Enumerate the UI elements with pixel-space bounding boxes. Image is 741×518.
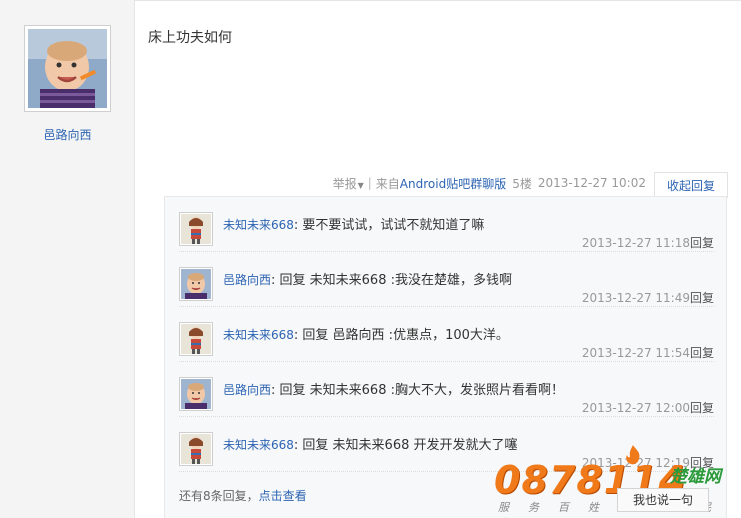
reply-content: : 回复 未知未来668 :我没在楚雄，多钱啊 <box>271 273 512 288</box>
author-name[interactable]: 邑路向西 <box>0 126 135 143</box>
post-content: 床上功夫如何 <box>148 30 232 46</box>
reply-item: 未知未来668: 要不要试试，试试不就知道了嘛 2013-12-27 11:18回… <box>179 197 714 252</box>
reply-button[interactable]: 回复 <box>690 291 714 305</box>
reply-item: 邑路向西: 回复 未知未来668 :我没在楚雄，多钱啊 2013-12-27 11… <box>179 252 714 307</box>
reply-time: 2013-12-27 12:19 <box>581 456 690 470</box>
reply-time: 2013-12-27 11:49 <box>581 291 690 305</box>
reply-meta: 2013-12-27 11:54回复 <box>582 344 714 361</box>
reply-item: 未知未来668: 回复 未知未来668 开发开发就大了噻 2013-12-27 1… <box>179 417 714 472</box>
reply-avatar[interactable] <box>179 432 213 466</box>
separator: | <box>367 176 372 190</box>
reply-avatar[interactable] <box>179 212 213 246</box>
reply-text: 邑路向西: 回复 未知未来668 :我没在楚雄，多钱啊 <box>223 269 512 288</box>
author-sidebar: 邑路向西 <box>0 0 135 518</box>
report-link[interactable]: 举报▼ <box>333 175 364 192</box>
reply-meta: 2013-12-27 12:19回复 <box>582 454 714 471</box>
more-replies: 还有8条回复，点击查看 <box>179 487 307 504</box>
reply-time: 2013-12-27 11:54 <box>581 346 690 360</box>
reply-button[interactable]: 回复 <box>690 346 714 360</box>
chevron-down-icon: ▼ <box>357 180 364 190</box>
source-label: 来自 <box>375 176 400 191</box>
reply-username[interactable]: 邑路向西 <box>223 273 271 287</box>
source-link[interactable]: Android贴吧群聊版 <box>400 175 506 192</box>
reply-content: : 要不要试试，试试不就知道了嘛 <box>293 218 485 233</box>
reply-username[interactable]: 未知未来668 <box>223 328 294 342</box>
reply-avatar[interactable] <box>179 267 213 301</box>
reply-time: 2013-12-27 11:18 <box>581 236 690 250</box>
reply-button[interactable]: 回复 <box>690 401 714 415</box>
divider <box>135 0 741 1</box>
author-avatar[interactable] <box>24 25 111 112</box>
reply-content: : 回复 邑路向西 :优惠点，100大洋。 <box>293 328 509 343</box>
reply-username[interactable]: 未知未来668 <box>223 438 294 452</box>
reply-item: 未知未来668: 回复 邑路向西 :优惠点，100大洋。 2013-12-27 1… <box>179 307 714 362</box>
reply-text: 邑路向西: 回复 未知未来668 :胸大不大，发张照片看看啊！ <box>223 379 564 398</box>
say-something-button[interactable]: 我也说一句 <box>617 488 709 512</box>
reply-meta: 2013-12-27 11:18回复 <box>582 234 714 251</box>
reply-username[interactable]: 邑路向西 <box>223 383 271 397</box>
reply-content: : 回复 未知未来668 :胸大不大，发张照片看看啊！ <box>271 383 564 398</box>
reply-time: 2013-12-27 12:00 <box>581 401 690 415</box>
view-more-link[interactable]: 点击查看 <box>259 489 307 503</box>
reply-meta: 2013-12-27 11:49回复 <box>582 289 714 306</box>
reply-list: 未知未来668: 回复 未知未来668 开发开发就大了噻 2013-12-27 1… <box>164 196 727 518</box>
reply-text: 未知未来668: 回复 邑路向西 :优惠点，100大洋。 <box>223 324 509 343</box>
reply-avatar[interactable] <box>179 322 213 356</box>
more-replies-count: 还有8条回复， <box>179 489 259 503</box>
collapse-replies-button[interactable]: 收起回复 <box>653 172 728 198</box>
reply-username[interactable]: 未知未来668 <box>223 218 294 232</box>
post-tail-bar: 举报▼ | 来自 Android贴吧群聊版 5楼 2013-12-27 10:0… <box>333 172 728 198</box>
reply-button[interactable]: 回复 <box>690 456 714 470</box>
reply-content: : 回复 未知未来668 开发开发就大了噻 <box>293 438 518 453</box>
reply-text: 未知未来668: 要不要试试，试试不就知道了嘛 <box>223 214 484 233</box>
reply-item: 邑路向西: 回复 未知未来668 :胸大不大，发张照片看看啊！ 2013-12-2… <box>179 362 714 417</box>
reply-meta: 2013-12-27 12:00回复 <box>582 399 714 416</box>
post-time: 2013-12-27 10:02 <box>537 176 646 190</box>
reply-avatar[interactable] <box>179 377 213 411</box>
reply-text: 未知未来668: 回复 未知未来668 开发开发就大了噻 <box>223 434 518 453</box>
baby-avatar-image <box>28 29 107 108</box>
reply-button[interactable]: 回复 <box>690 236 714 250</box>
floor-number: 5楼 <box>512 176 532 191</box>
